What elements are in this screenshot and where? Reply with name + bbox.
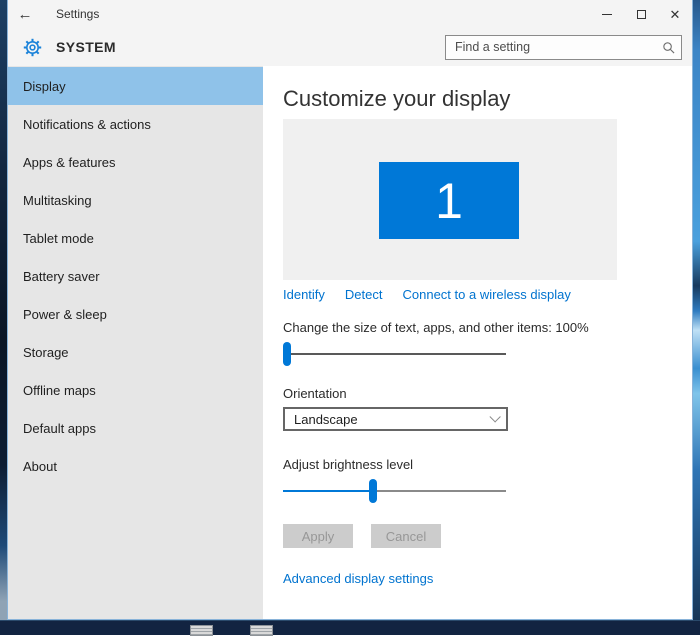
back-button[interactable]: ← — [8, 6, 42, 23]
sidebar-item-power-sleep[interactable]: Power & sleep — [8, 295, 263, 333]
sidebar-item-label: Tablet mode — [23, 231, 94, 246]
main-content: Customize your display 1 Identify Detect… — [263, 66, 692, 619]
search-box[interactable] — [445, 35, 682, 60]
sidebar-item-label: About — [23, 459, 57, 474]
back-arrow-icon: ← — [18, 6, 33, 23]
sidebar-item-label: Storage — [23, 345, 69, 360]
taskbar-item[interactable] — [250, 625, 273, 636]
action-buttons-row: Apply Cancel — [283, 524, 692, 548]
sidebar-item-label: Multitasking — [23, 193, 92, 208]
search-input[interactable] — [455, 40, 662, 54]
sidebar-item-label: Power & sleep — [23, 307, 107, 322]
brightness-slider-fill — [283, 490, 369, 492]
scale-slider[interactable] — [283, 342, 506, 366]
identify-link[interactable]: Identify — [283, 287, 325, 302]
sidebar-item-tablet-mode[interactable]: Tablet mode — [8, 219, 263, 257]
cancel-button[interactable]: Cancel — [371, 524, 441, 548]
sidebar-item-label: Default apps — [23, 421, 96, 436]
gear-icon — [23, 38, 42, 57]
monitor-number-label: 1 — [435, 172, 463, 230]
close-button[interactable]: ✕ — [658, 0, 692, 28]
settings-window: ← Settings ✕ — [7, 0, 693, 620]
sidebar-item-storage[interactable]: Storage — [8, 333, 263, 371]
minimize-button[interactable] — [590, 0, 624, 28]
title-bar: ← Settings ✕ — [8, 0, 692, 28]
sidebar-item-label: Apps & features — [23, 155, 116, 170]
caption-buttons: ✕ — [590, 0, 692, 28]
orientation-label: Orientation — [283, 386, 692, 401]
search-icon — [662, 41, 675, 54]
sidebar-item-label: Offline maps — [23, 383, 96, 398]
sidebar-item-multitasking[interactable]: Multitasking — [8, 181, 263, 219]
close-icon: ✕ — [670, 8, 681, 21]
scale-slider-thumb[interactable] — [283, 342, 291, 366]
advanced-display-settings-link[interactable]: Advanced display settings — [283, 571, 433, 586]
desktop-background: ← Settings ✕ — [0, 0, 700, 635]
page-header: SYSTEM — [8, 28, 692, 66]
taskbar-item[interactable] — [190, 625, 213, 636]
sidebar-item-label: Display — [23, 79, 66, 94]
scale-slider-track[interactable] — [283, 353, 506, 355]
brightness-slider-label: Adjust brightness level — [283, 457, 692, 472]
sidebar-item-about[interactable]: About — [8, 447, 263, 485]
orientation-selected-value: Landscape — [294, 412, 489, 427]
scale-slider-label: Change the size of text, apps, and other… — [283, 320, 692, 335]
chevron-down-icon — [489, 411, 500, 422]
sidebar-item-apps-features[interactable]: Apps & features — [8, 143, 263, 181]
maximize-button[interactable] — [624, 0, 658, 28]
orientation-dropdown[interactable]: Landscape — [283, 407, 508, 431]
window-title: Settings — [56, 7, 590, 21]
desktop-wallpaper-strip — [0, 0, 7, 620]
brightness-slider[interactable] — [283, 479, 506, 503]
apply-button[interactable]: Apply — [283, 524, 353, 548]
sidebar-item-label: Battery saver — [23, 269, 100, 284]
sidebar-item-notifications-actions[interactable]: Notifications & actions — [8, 105, 263, 143]
content-heading: Customize your display — [283, 85, 692, 113]
page-title: SYSTEM — [56, 39, 445, 55]
sidebar-item-label: Notifications & actions — [23, 117, 151, 132]
detect-link[interactable]: Detect — [345, 287, 383, 302]
sidebar-item-default-apps[interactable]: Default apps — [8, 409, 263, 447]
brightness-slider-thumb[interactable] — [369, 479, 377, 503]
sidebar-item-offline-maps[interactable]: Offline maps — [8, 371, 263, 409]
display-preview-panel: 1 — [283, 119, 617, 280]
display-links-row: Identify Detect Connect to a wireless di… — [283, 287, 692, 302]
window-body: Display Notifications & actions Apps & f… — [8, 66, 692, 619]
minimize-icon — [602, 14, 612, 15]
sidebar: Display Notifications & actions Apps & f… — [8, 66, 263, 619]
maximize-icon — [637, 10, 646, 19]
sidebar-item-display[interactable]: Display — [8, 67, 263, 105]
taskbar[interactable] — [0, 620, 700, 635]
sidebar-item-battery-saver[interactable]: Battery saver — [8, 257, 263, 295]
monitor-1-tile[interactable]: 1 — [379, 162, 519, 239]
connect-wireless-display-link[interactable]: Connect to a wireless display — [403, 287, 571, 302]
